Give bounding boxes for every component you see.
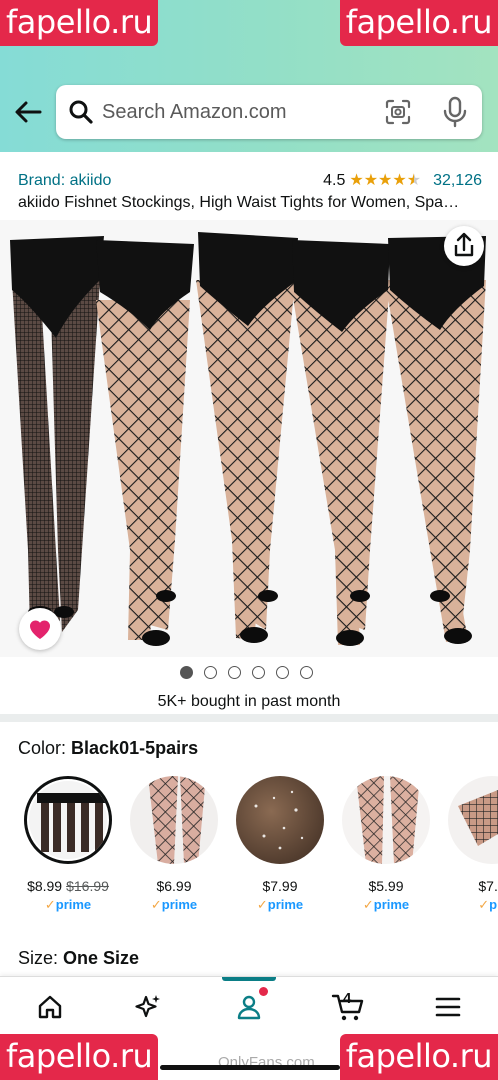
home-icon: [36, 993, 64, 1026]
watermark-top-left: fapello.ru: [0, 0, 159, 46]
rating-value: 4.5: [323, 172, 346, 189]
swatch-image: [342, 776, 430, 864]
search-bar[interactable]: [56, 85, 482, 139]
person-icon: [235, 993, 263, 1026]
size-selected-value: One Size: [63, 948, 140, 968]
swatch-image: [24, 776, 112, 864]
prime-badge: ✓prime: [44, 897, 92, 912]
swatch-image: [130, 776, 218, 864]
bottom-nav: [0, 976, 498, 1040]
swatch-price: $7.99: [262, 878, 298, 894]
brand-link[interactable]: Brand: akiido: [18, 172, 111, 190]
swatch-price: $7.9: [478, 878, 498, 894]
color-swatch[interactable]: $5.99 ✓prime: [336, 774, 436, 913]
product-image[interactable]: [0, 220, 498, 657]
swatch-price: $5.99: [368, 878, 404, 894]
notification-dot: [259, 987, 268, 996]
swatch-image: [236, 776, 324, 864]
watermark-bottom-right: fapello.ru: [339, 1034, 498, 1080]
microphone-icon[interactable]: [440, 96, 470, 128]
bought-count: 5K+ bought in past month: [157, 693, 341, 710]
color-swatch[interactable]: $8.99 $16.99 ✓prime: [18, 774, 118, 913]
prime-badge: ✓prime: [150, 897, 198, 912]
nav-account[interactable]: [229, 991, 269, 1027]
swatch-price: $8.99: [27, 878, 63, 894]
prime-badge: ✓prime: [256, 897, 304, 912]
nav-rufus[interactable]: [128, 991, 168, 1027]
watermark-top-right: fapello.ru: [339, 0, 498, 46]
home-indicator[interactable]: [160, 1065, 340, 1070]
product-title: akiido Fishnet Stockings, High Waist Tig…: [18, 194, 460, 211]
color-label-text: Color:: [18, 738, 67, 758]
swatch-image: [448, 776, 498, 864]
back-arrow-icon[interactable]: [12, 96, 44, 128]
search-input[interactable]: [102, 95, 372, 129]
wishlist-heart-icon[interactable]: [19, 608, 61, 650]
color-label: Color: Black01-5pairs: [18, 738, 198, 759]
watermark-bottom-left: fapello.ru: [0, 1034, 159, 1080]
share-button[interactable]: [444, 226, 484, 266]
camera-scan-icon[interactable]: [384, 98, 412, 126]
swatch-price: $6.99: [156, 878, 192, 894]
nav-menu[interactable]: [428, 991, 468, 1027]
color-swatch[interactable]: $7.99 ✓prime: [230, 774, 330, 913]
color-swatch[interactable]: $6.99 ✓prime: [124, 774, 224, 913]
size-label[interactable]: Size: One Size: [18, 948, 139, 969]
image-pagination[interactable]: [180, 666, 313, 679]
pagination-dot[interactable]: [252, 666, 265, 679]
pagination-dot[interactable]: [204, 666, 217, 679]
swatch-list-price: $16.99: [66, 878, 109, 894]
pagination-dot[interactable]: [276, 666, 289, 679]
star-rating-icon: ★ ★ ★ ★ ★: [349, 172, 422, 189]
search-icon: [68, 99, 94, 125]
pagination-dot[interactable]: [300, 666, 313, 679]
color-selected-value: Black01-5pairs: [71, 738, 199, 758]
hamburger-menu-icon: [435, 996, 461, 1023]
pagination-dot[interactable]: [180, 666, 193, 679]
review-count[interactable]: 32,126: [433, 172, 482, 190]
rating-summary[interactable]: 4.5 ★ ★ ★ ★ ★ 32,126: [323, 172, 482, 190]
nav-home[interactable]: [30, 991, 70, 1027]
section-divider: [0, 714, 498, 722]
size-label-text: Size:: [18, 948, 59, 968]
prime-badge: ✓pri: [478, 897, 498, 912]
color-swatch[interactable]: $7.9 ✓pri: [442, 774, 498, 913]
cart-count: 4: [343, 990, 352, 1007]
brand-rating-row: Brand: akiido 4.5 ★ ★ ★ ★ ★ 32,126: [18, 172, 482, 192]
active-tab-indicator: [222, 977, 276, 981]
sparkle-icon: [133, 992, 163, 1027]
color-swatch-list: $8.99 $16.99 ✓prime $6.99 ✓prime $7.99 ✓p…: [18, 774, 498, 924]
pagination-dot[interactable]: [228, 666, 241, 679]
prime-badge: ✓prime: [362, 897, 410, 912]
